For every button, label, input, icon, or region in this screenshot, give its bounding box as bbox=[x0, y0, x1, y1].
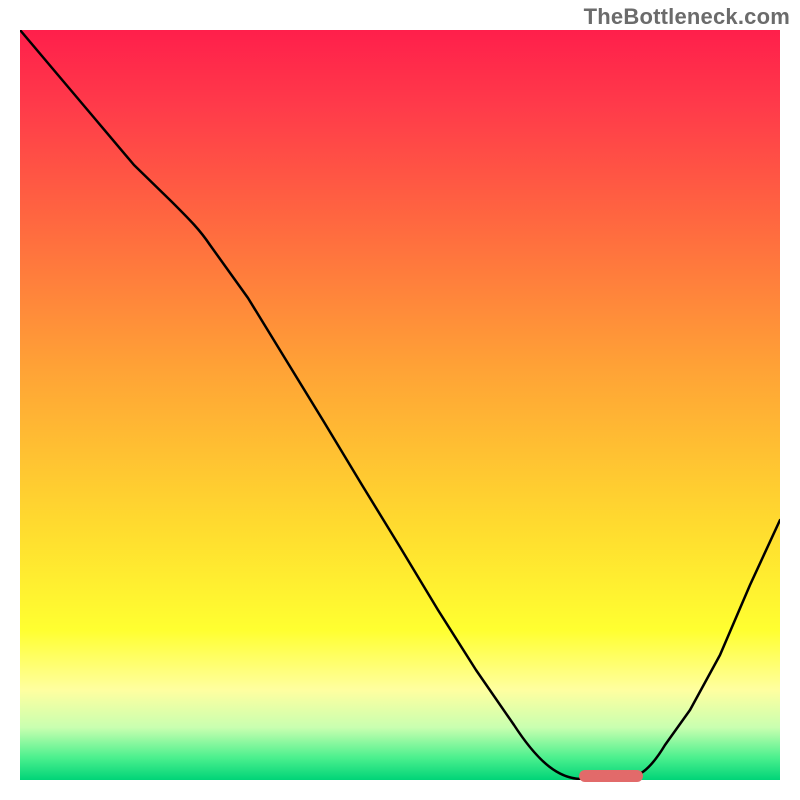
chart-container: TheBottleneck.com bbox=[0, 0, 800, 800]
watermark-text: TheBottleneck.com bbox=[584, 4, 790, 30]
plot-area bbox=[20, 30, 780, 780]
optimal-marker bbox=[579, 770, 643, 782]
curve-path bbox=[20, 30, 780, 779]
bottleneck-curve bbox=[20, 30, 780, 780]
